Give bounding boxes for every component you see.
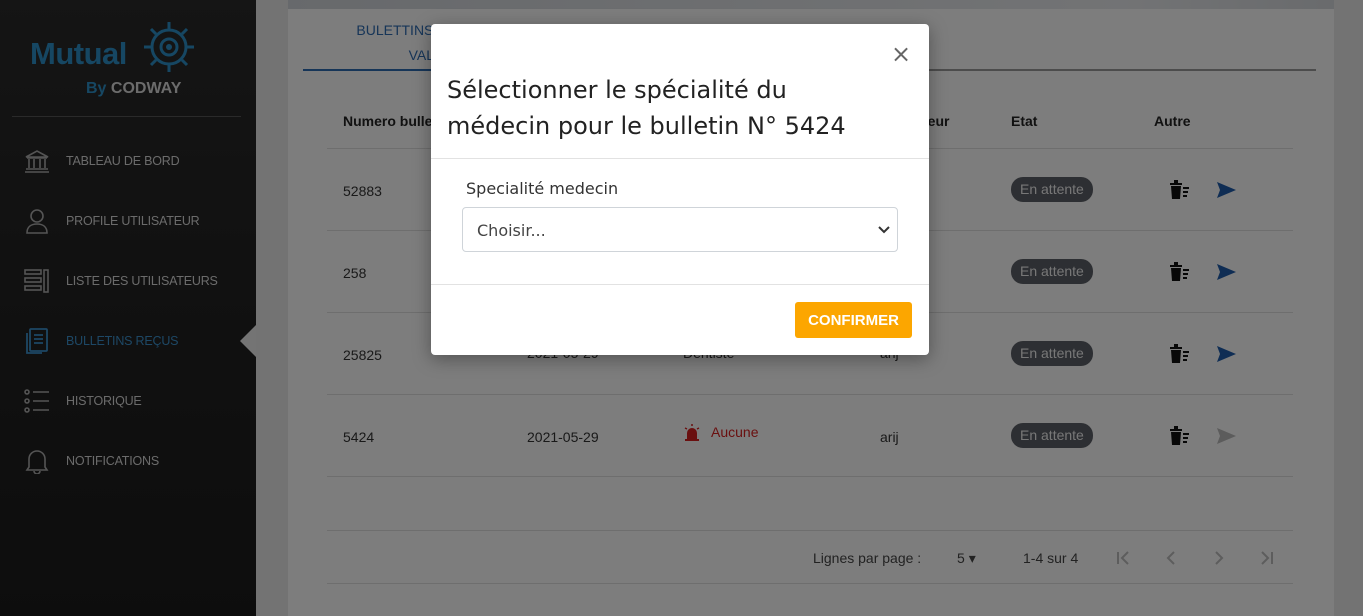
confirm-button[interactable]: CONFIRMER xyxy=(795,302,912,338)
close-icon[interactable]: × xyxy=(889,42,913,66)
select-value: Choisir... xyxy=(477,221,546,240)
speciality-modal: × Sélectionner le spécialité du médecin … xyxy=(431,24,929,355)
speciality-select[interactable]: Choisir... xyxy=(462,207,898,252)
modal-title: Sélectionner le spécialité du médecin po… xyxy=(447,76,846,140)
chevron-down-icon xyxy=(878,226,890,234)
modal-divider xyxy=(431,158,929,159)
modal-divider xyxy=(431,284,929,285)
speciality-field-label: Specialité medecin xyxy=(466,179,619,198)
